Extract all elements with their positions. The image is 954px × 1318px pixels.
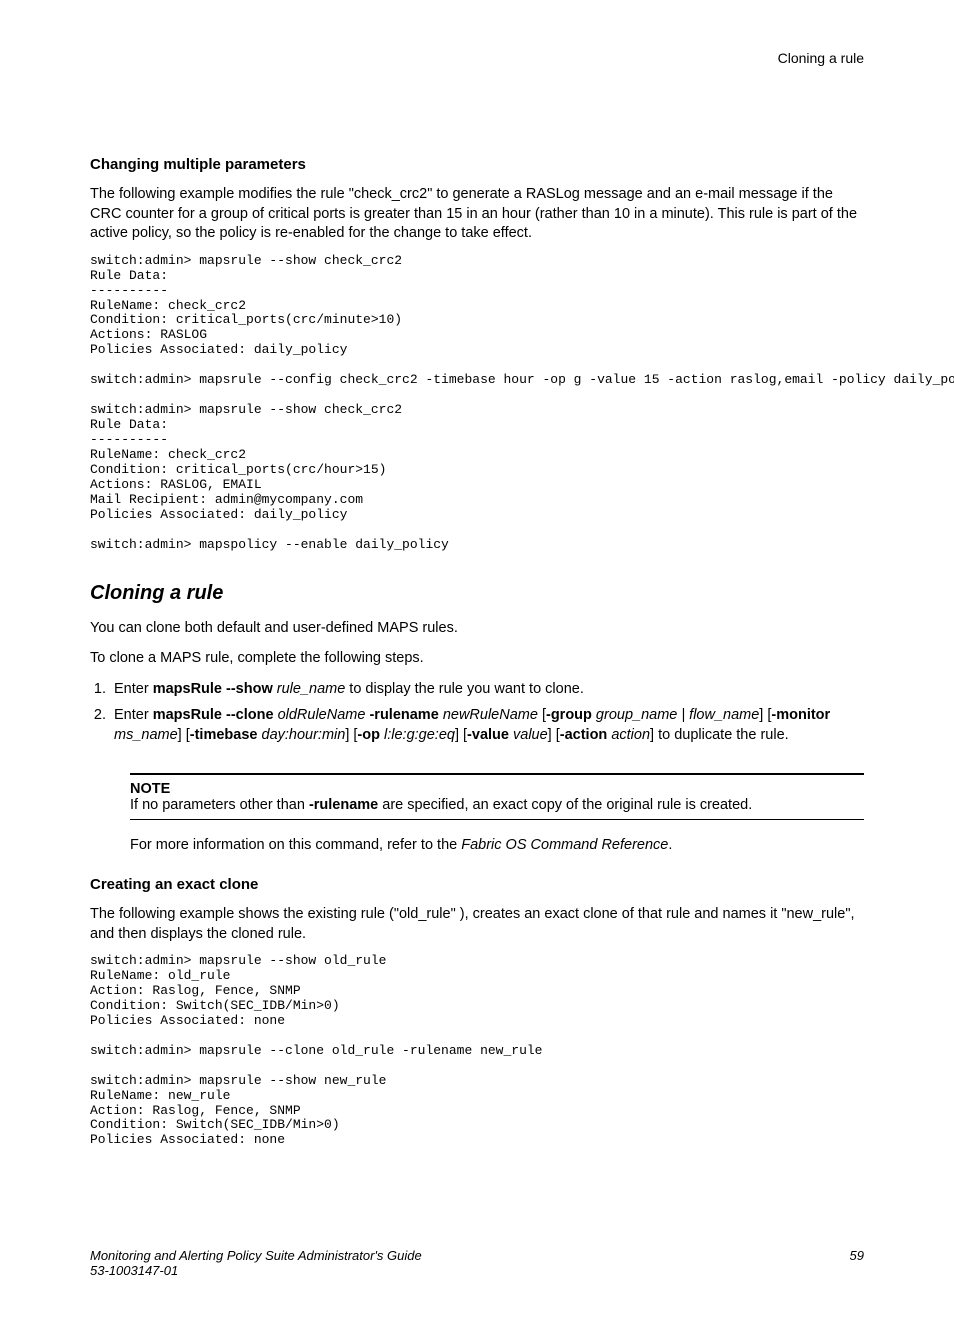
step2-arg-monitor: ms_name: [114, 727, 178, 743]
step1-post: to display the rule you want to clone.: [345, 681, 584, 697]
step2-cmd: mapsRule --clone: [153, 707, 274, 723]
step2-arg-value: value: [513, 727, 548, 743]
step1-arg: rule_name: [277, 681, 346, 697]
step-1: Enter mapsRule --show rule_name to displ…: [110, 679, 864, 699]
note-box: NOTE If no parameters other than -rulena…: [130, 773, 864, 820]
step2-opt-value: -value: [467, 727, 509, 743]
step2-opt-op: -op: [357, 727, 380, 743]
footer-page-number: 59: [850, 1248, 864, 1278]
intro-paragraph-1: The following example modifies the rule …: [90, 185, 864, 244]
step2-arg1: oldRuleName: [278, 707, 366, 723]
reference-paragraph: For more information on this command, re…: [130, 836, 864, 856]
code-block-1: switch:admin> mapsrule --show check_crc2…: [90, 254, 864, 553]
note-pre: If no parameters other than: [130, 797, 309, 813]
step2-opt-group: -group: [546, 707, 592, 723]
note-bold: -rulename: [309, 797, 378, 813]
footer-docnum: 53-1003147-01: [90, 1263, 422, 1278]
intro-paragraph-3: The following example shows the existing…: [90, 905, 864, 944]
ref-pre: For more information on this command, re…: [130, 837, 461, 853]
step2-arg-group: group_name | flow_name: [596, 707, 759, 723]
step2-opt-timebase: -timebase: [190, 727, 258, 743]
step2-opt-action: -action: [560, 727, 608, 743]
footer-left: Monitoring and Alerting Policy Suite Adm…: [90, 1248, 422, 1278]
step2-opt-rulename: -rulename: [369, 707, 438, 723]
footer-title: Monitoring and Alerting Policy Suite Adm…: [90, 1248, 422, 1263]
step2-pre: Enter: [114, 707, 153, 723]
step2-post: ] to duplicate the rule.: [650, 727, 789, 743]
steps-list: Enter mapsRule --show rule_name to displ…: [90, 679, 864, 746]
cloning-p1: You can clone both default and user-defi…: [90, 619, 864, 639]
note-title: NOTE: [130, 781, 864, 797]
step2-arg-op: l:le:g:ge:eq: [384, 727, 455, 743]
heading-cloning-a-rule: Cloning a rule: [90, 582, 864, 605]
note-post: are specified, an exact copy of the orig…: [378, 797, 752, 813]
step2-opt-monitor: -monitor: [771, 707, 830, 723]
step2-arg-timebase: day:hour:min: [262, 727, 346, 743]
heading-changing-multiple-params: Changing multiple parameters: [90, 156, 864, 173]
ref-post: .: [668, 837, 672, 853]
step2-arg-newname: newRuleName: [443, 707, 538, 723]
page-container: Cloning a rule Changing multiple paramet…: [0, 0, 954, 1318]
page-footer: Monitoring and Alerting Policy Suite Adm…: [90, 1248, 864, 1278]
step2-arg-action: action: [611, 727, 650, 743]
heading-exact-clone: Creating an exact clone: [90, 876, 864, 893]
ref-italic: Fabric OS Command Reference: [461, 837, 668, 853]
cloning-p2: To clone a MAPS rule, complete the follo…: [90, 649, 864, 669]
step-2: Enter mapsRule --clone oldRuleName -rule…: [110, 705, 864, 746]
code-block-2: switch:admin> mapsrule --show old_rule R…: [90, 954, 864, 1148]
step1-cmd: mapsRule --show: [153, 681, 273, 697]
running-header: Cloning a rule: [90, 50, 864, 66]
step1-pre: Enter: [114, 681, 153, 697]
